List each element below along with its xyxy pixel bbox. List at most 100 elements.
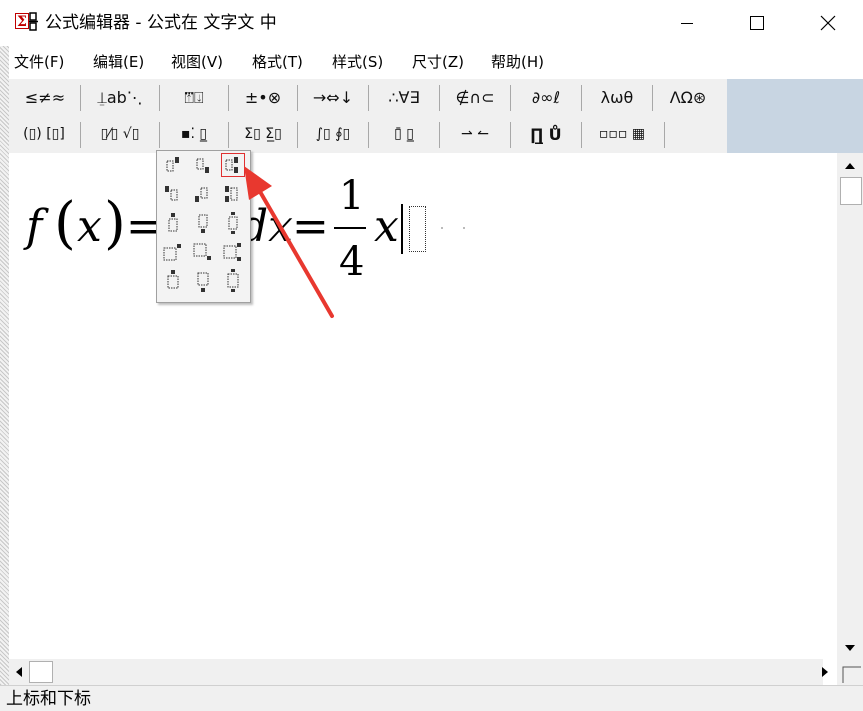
palette-spaces-button[interactable]: ⍊ab⋱ <box>82 83 158 112</box>
palette-products-button[interactable]: ∏̲ Ů <box>512 120 580 149</box>
toolbar-divider <box>228 85 229 111</box>
arrow-up-icon <box>845 163 855 169</box>
palette-greek-lower-button[interactable]: λωθ <box>583 83 651 112</box>
template-underscript[interactable] <box>191 211 215 235</box>
toolbar-divider <box>439 122 440 148</box>
close-icon <box>820 15 836 31</box>
toolbar-divider <box>297 85 298 111</box>
palette-relations-button[interactable]: ≤≠≈ <box>11 83 79 112</box>
scroll-right-button[interactable] <box>815 661 835 683</box>
template-over-under-brace-script[interactable] <box>221 269 245 293</box>
status-bar <box>0 685 863 711</box>
toolbar-divider <box>581 122 582 148</box>
window-title: 公式编辑器 - 公式在 文字文 中 <box>45 13 277 33</box>
palette-summations-button[interactable]: Σ▯ Σ̲▯ <box>230 120 296 149</box>
arrow-left-icon <box>16 667 22 677</box>
toolbar-divider <box>510 122 511 148</box>
toolbar-divider <box>510 85 511 111</box>
toolbar-divider <box>80 85 81 111</box>
vertical-scrollbar[interactable] <box>837 153 863 659</box>
toolbar-divider <box>159 122 160 148</box>
template-sub-superscript[interactable] <box>221 153 245 177</box>
formula-x: x <box>77 201 102 252</box>
window-edge <box>0 46 9 710</box>
maximize-icon <box>750 16 764 30</box>
toolbar-divider <box>228 122 229 148</box>
close-button[interactable] <box>795 0 861 46</box>
formula-equals: = <box>292 201 329 252</box>
palette-misc-symbols-button[interactable]: ∂∞ℓ <box>512 83 580 112</box>
empty-slot-placeholder[interactable] <box>409 206 426 252</box>
minimize-button[interactable] <box>654 0 720 46</box>
symbol-palette-row: ≤≠≈ ⍊ab⋱ ⍐⃛⍗ ±•⊗ →⇔↓ ∴∀∃ ∉∩⊂ ∂∞ℓ λωθ ΛΩ⊛ <box>9 79 727 116</box>
palette-logic-button[interactable]: ∴∀∃ <box>370 83 438 112</box>
vertical-scroll-thumb[interactable] <box>840 177 862 205</box>
svg-text:Σ: Σ <box>17 14 27 30</box>
menu-file[interactable]: 文件(F) <box>14 51 64 73</box>
template-left-superscript[interactable] <box>161 182 185 206</box>
palette-scripts-button[interactable]: ▪⁚ ▯̲ <box>161 120 227 149</box>
toolbar-divider <box>664 122 665 148</box>
template-underbrace-script[interactable] <box>191 269 215 293</box>
palette-embellishments-button[interactable]: ⍐⃛⍗ <box>161 83 227 112</box>
toolbar-divider <box>297 122 298 148</box>
template-large-superscript[interactable] <box>161 240 185 264</box>
menu-format[interactable]: 格式(T) <box>252 51 303 73</box>
scroll-up-button[interactable] <box>837 155 863 177</box>
maximize-button[interactable] <box>724 0 790 46</box>
toolbar-divider <box>368 122 369 148</box>
status-text: 上标和下标 <box>6 689 91 709</box>
formula-right-paren: ) <box>104 191 126 256</box>
menu-size[interactable]: 尺寸(Z) <box>412 51 464 73</box>
palette-greek-upper-button[interactable]: ΛΩ⊛ <box>654 83 722 112</box>
menu-bar: 文件(F) 编辑(E) 视图(V) 格式(T) 样式(S) 尺寸(Z) 帮助(H… <box>0 48 863 76</box>
menu-edit[interactable]: 编辑(E) <box>93 51 144 73</box>
palette-fences-button[interactable]: (▯) [▯] <box>11 120 77 149</box>
menu-style[interactable]: 样式(S) <box>332 51 383 73</box>
horizontal-scrollbar[interactable] <box>9 659 823 685</box>
toolbar-divider <box>581 85 582 111</box>
text-cursor <box>401 204 403 254</box>
template-palette-row: (▯) [▯] ▯⁄▯ √▯ ▪⁚ ▯̲ Σ▯ Σ̲▯ ∫▯ ∮▯ ▯̄ ▯̲ … <box>9 116 727 153</box>
template-large-subscript[interactable] <box>191 240 215 264</box>
template-overbrace-script[interactable] <box>161 269 185 293</box>
palette-set-theory-button[interactable]: ∉∩⊂ <box>441 83 509 112</box>
placeholder-dot <box>441 227 443 229</box>
template-subscript[interactable] <box>191 153 215 177</box>
scroll-left-button[interactable] <box>9 661 29 683</box>
equation-editor-icon: Σ <box>15 12 41 34</box>
palette-bars-button[interactable]: ▯̄ ▯̲ <box>370 120 438 149</box>
template-overscript[interactable] <box>161 211 185 235</box>
template-left-subscript[interactable] <box>191 182 215 206</box>
scroll-down-button[interactable] <box>837 637 863 659</box>
formula-x: x <box>374 201 399 252</box>
palette-fractions-radicals-button[interactable]: ▯⁄▯ √▯ <box>82 120 158 149</box>
menu-help[interactable]: 帮助(H) <box>491 51 544 73</box>
placeholder-dot <box>463 227 465 229</box>
size-grip[interactable] <box>837 659 863 685</box>
subscript-superscript-palette <box>156 150 251 303</box>
template-toolbar: ≤≠≈ ⍊ab⋱ ⍐⃛⍗ ±•⊗ →⇔↓ ∴∀∃ ∉∩⊂ ∂∞ℓ λωθ ΛΩ⊛… <box>9 79 727 153</box>
template-over-underscript[interactable] <box>221 211 245 235</box>
arrow-down-icon <box>845 645 855 651</box>
toolbar-divider <box>652 85 653 111</box>
palette-arrows-button[interactable]: →⇔↓ <box>299 83 367 112</box>
template-left-sub-superscript[interactable] <box>221 182 245 206</box>
horizontal-scroll-thumb[interactable] <box>29 661 53 683</box>
palette-matrices-button[interactable]: ▫▫▫ ▦ <box>583 120 661 149</box>
template-large-sub-superscript[interactable] <box>221 240 245 264</box>
template-superscript[interactable] <box>161 153 185 177</box>
fraction-bar <box>334 227 366 229</box>
toolbar-divider <box>439 85 440 111</box>
formula-left-paren: ( <box>54 191 76 256</box>
toolbar-divider <box>159 85 160 111</box>
palette-integrals-button[interactable]: ∫▯ ∮▯ <box>299 120 367 149</box>
menu-view[interactable]: 视图(V) <box>171 51 223 73</box>
palette-operators-button[interactable]: ±•⊗ <box>230 83 296 112</box>
arrow-right-icon <box>822 667 828 677</box>
palette-labeled-arrows-button[interactable]: ⇀ ↼ <box>441 120 509 149</box>
fraction-numerator: 1 <box>339 173 365 219</box>
formula-f: f <box>26 201 43 252</box>
fraction-denominator: 4 <box>339 239 365 285</box>
minimize-icon <box>681 23 693 24</box>
